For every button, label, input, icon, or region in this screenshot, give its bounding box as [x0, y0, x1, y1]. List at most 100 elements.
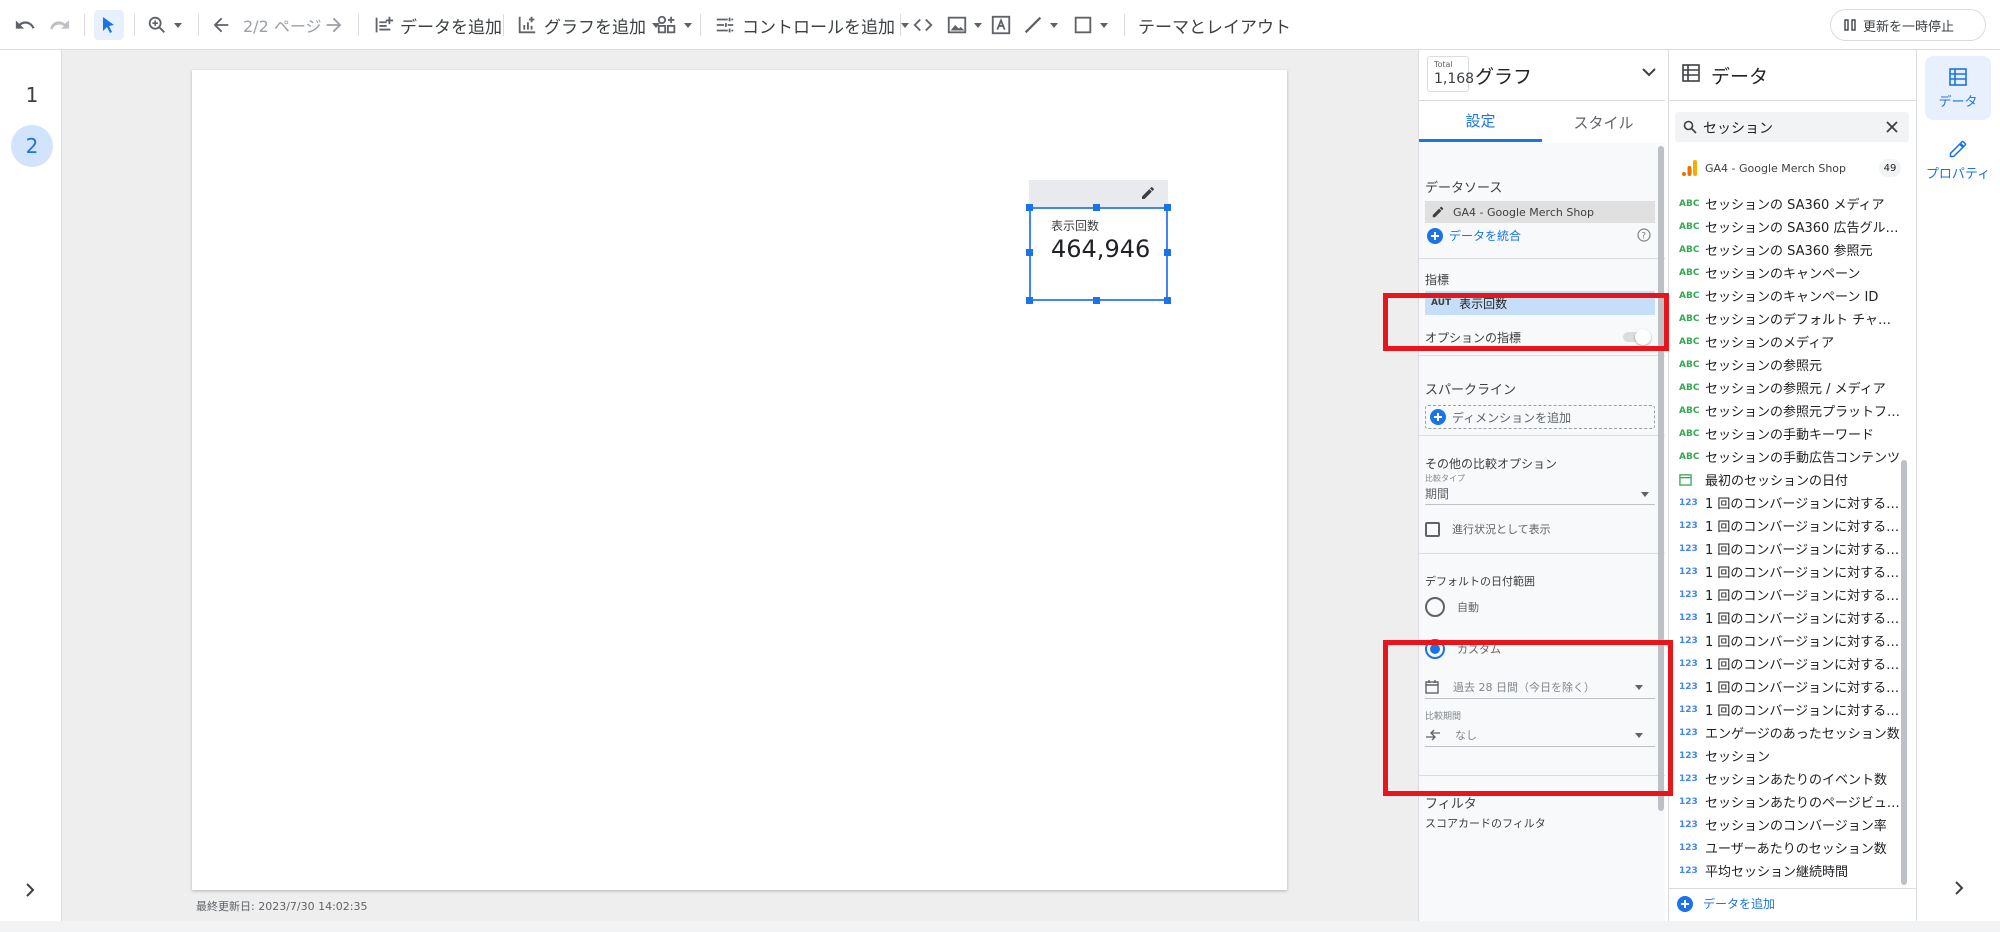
field-list-item[interactable]: ABC セッションのキャンペーン: [1679, 261, 1904, 284]
field-list-item[interactable]: ABC セッションの SA360 メディア: [1679, 192, 1904, 215]
redo-icon[interactable]: [48, 10, 70, 40]
field-list-item[interactable]: ABC セッションの参照元 / メディア: [1679, 376, 1904, 399]
field-list-item[interactable]: 123 1 回のコンバージョンに対するセッ...: [1679, 606, 1904, 629]
field-list-item[interactable]: ABC セッションの SA360 参照元: [1679, 238, 1904, 261]
theme-layout-button[interactable]: テーマとレイアウト: [1138, 10, 1291, 40]
resize-handle[interactable]: [1164, 204, 1171, 211]
page-2-item[interactable]: 2: [11, 125, 53, 167]
field-type-badge: ABC: [1679, 359, 1700, 370]
undo-icon[interactable]: [14, 10, 36, 40]
field-list-item[interactable]: ABC セッションの参照元: [1679, 353, 1904, 376]
field-list-item[interactable]: 123 1 回のコンバージョンに対するセッ...: [1679, 652, 1904, 675]
add-dimension-button[interactable]: ディメンションを追加: [1425, 405, 1655, 429]
tab-style[interactable]: スタイル: [1542, 102, 1665, 142]
field-list-item[interactable]: 123 1 回のコンバージョンに対するセッ...: [1679, 560, 1904, 583]
resize-handle[interactable]: [1164, 297, 1171, 304]
chevron-down-icon[interactable]: [1641, 66, 1657, 78]
field-name: 1 回のコンバージョンに対するセッ...: [1705, 566, 1904, 581]
image-button[interactable]: [946, 10, 982, 40]
field-type-badge: ABC: [1679, 198, 1700, 209]
chart-icon: [518, 16, 536, 34]
field-name: セッションの参照元プラットフォー...: [1705, 405, 1904, 420]
close-icon[interactable]: [1885, 120, 1899, 134]
field-type-badge: 123: [1679, 704, 1698, 715]
search-input[interactable]: セッション: [1703, 118, 1773, 138]
field-type-badge: ABC: [1679, 290, 1700, 301]
page-indicator: 2/2 ページ: [243, 17, 322, 36]
prev-page-icon[interactable]: [210, 10, 232, 40]
field-list-item[interactable]: 123 1 回のコンバージョンに対するセッ...: [1679, 698, 1904, 721]
field-list-item[interactable]: 123 セッション: [1679, 744, 1904, 767]
field-type-badge: ABC: [1679, 336, 1700, 347]
add-data-label: データを追加: [400, 17, 502, 38]
field-list-item[interactable]: 123 平均セッション継続時間: [1679, 859, 1904, 882]
blend-data-button[interactable]: データを統合: [1427, 227, 1521, 244]
blend-data-label: データを統合: [1449, 229, 1522, 243]
date-range-auto-radio[interactable]: 自動: [1425, 597, 1479, 617]
help-icon[interactable]: ?: [1637, 228, 1651, 242]
field-type-badge: 123: [1679, 727, 1698, 738]
pause-update-button[interactable]: 更新を一時停止: [1830, 9, 1986, 41]
add-control-button[interactable]: コントロールを追加: [714, 10, 909, 40]
add-chart-button[interactable]: グラフを追加: [516, 10, 660, 40]
add-component-button[interactable]: [656, 10, 692, 40]
setup-content: データソース GA4 - Google Merch Shop データを統合 ? …: [1419, 143, 1665, 921]
resize-handle[interactable]: [1026, 249, 1033, 256]
field-list-item[interactable]: 123 1 回のコンバージョンに対するセッ...: [1679, 629, 1904, 652]
field-name: 最初のセッションの日付: [1705, 474, 1849, 489]
zoom-button[interactable]: [146, 10, 182, 40]
page-1-item[interactable]: 1: [11, 74, 53, 116]
field-list-item[interactable]: 123 ユーザーあたりのセッション数: [1679, 836, 1904, 859]
field-list-item[interactable]: ABC セッションのメディア: [1679, 330, 1904, 353]
field-search-box[interactable]: セッション: [1675, 112, 1909, 142]
chevron-right-icon[interactable]: [1951, 880, 1967, 896]
field-list-item[interactable]: 123 1 回のコンバージョンに対するセッ...: [1679, 514, 1904, 537]
field-list-item[interactable]: 123 セッションあたりのイベント数: [1679, 767, 1904, 790]
field-list-item[interactable]: ABC セッションの SA360 広告グループ名: [1679, 215, 1904, 238]
datasource-chip[interactable]: GA4 - Google Merch Shop: [1425, 201, 1655, 223]
field-name: ユーザーあたりのセッション数: [1705, 842, 1887, 857]
chart-type-badge[interactable]: Total 1,168: [1427, 56, 1474, 92]
field-list-item[interactable]: ABC セッションの手動広告コンテンツ: [1679, 445, 1904, 468]
compare-type-select[interactable]: 期間: [1425, 483, 1655, 505]
edit-pencil-icon[interactable]: [1140, 185, 1156, 201]
text-box-icon[interactable]: [990, 10, 1012, 40]
code-embed-icon[interactable]: [912, 10, 934, 40]
field-list-item[interactable]: 123 1 回のコンバージョンに対するセッ...: [1679, 491, 1904, 514]
resize-handle[interactable]: [1093, 297, 1100, 304]
field-list-item[interactable]: ABC セッションのキャンペーン ID: [1679, 284, 1904, 307]
field-list-item[interactable]: 123 セッションあたりのページビュー数: [1679, 790, 1904, 813]
field-list-item[interactable]: 最初のセッションの日付: [1679, 468, 1904, 491]
next-page-icon[interactable]: [323, 10, 345, 40]
show-progress-checkbox[interactable]: 進行状況として表示: [1425, 521, 1551, 537]
field-list-item[interactable]: 123 1 回のコンバージョンに対するセッ...: [1679, 583, 1904, 606]
field-name: 1 回のコンバージョンに対するセッ...: [1705, 497, 1904, 512]
scorecard-chart[interactable]: 表示回数 464,946: [1026, 204, 1171, 304]
field-list-item[interactable]: ABC セッションの参照元プラットフォー...: [1679, 399, 1904, 422]
select-tool-icon[interactable]: [94, 10, 124, 40]
field-type-badge: ABC: [1679, 313, 1700, 324]
field-list-item[interactable]: 123 エンゲージのあったセッション数: [1679, 721, 1904, 744]
field-list-scrollbar[interactable]: [1901, 460, 1907, 885]
field-type-badge: ABC: [1679, 244, 1700, 255]
data-tab-button[interactable]: データ: [1925, 56, 1991, 120]
properties-tab-button[interactable]: プロパティ: [1925, 128, 1991, 192]
line-button[interactable]: [1022, 10, 1058, 40]
field-list-item[interactable]: ABC セッションの手動キーワード: [1679, 422, 1904, 445]
tab-setup[interactable]: 設定: [1419, 102, 1542, 142]
resize-handle[interactable]: [1026, 204, 1033, 211]
field-list-item[interactable]: 123 セッションのコンバージョン率: [1679, 813, 1904, 836]
resize-handle[interactable]: [1164, 249, 1171, 256]
field-list-item[interactable]: 123 1 回のコンバージョンに対するセッ...: [1679, 537, 1904, 560]
resize-handle[interactable]: [1026, 297, 1033, 304]
compare-type-value: 期間: [1425, 487, 1450, 501]
field-list-item[interactable]: 123 1 回のコンバージョンに対するセッ...: [1679, 675, 1904, 698]
shape-button[interactable]: [1072, 10, 1108, 40]
field-list-item[interactable]: ABC セッションのデフォルト チャネル...: [1679, 307, 1904, 330]
add-data-button[interactable]: データを追加: [372, 10, 502, 40]
field-type-badge: 123: [1679, 589, 1698, 600]
expand-pages-icon[interactable]: [22, 882, 38, 898]
field-type-badge: ABC: [1679, 382, 1700, 393]
resize-handle[interactable]: [1093, 204, 1100, 211]
add-data-link[interactable]: データを追加: [1677, 895, 1775, 912]
